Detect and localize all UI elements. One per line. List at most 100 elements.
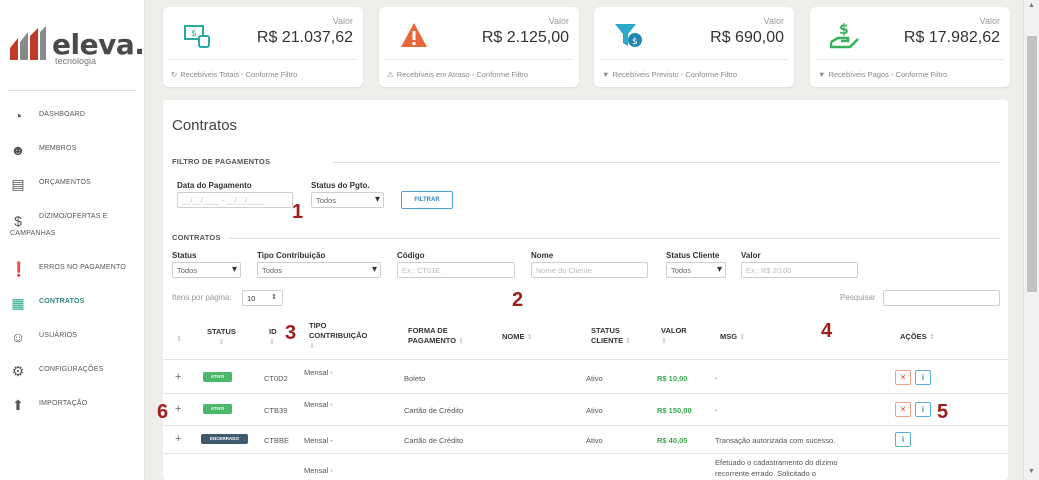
delete-button[interactable]: ✕ (895, 402, 911, 417)
sidebar-item-label: DÍZIMO/OFERTAS E (39, 213, 108, 220)
expand-row-icon[interactable]: + (175, 403, 181, 415)
tipo-filter-value: Todos (262, 266, 283, 275)
col-header-valor-label: VALOR (661, 326, 687, 335)
status-filter-value: Todos (177, 266, 198, 275)
stat-card-total: $ Valor R$ 21.037,62 ↻ Recebíveis Totais … (163, 7, 363, 87)
dashboard-icon: ◔ (13, 108, 23, 124)
card-value: R$ 2.125,00 (481, 29, 569, 46)
scroll-thumb[interactable] (1027, 36, 1037, 292)
sidebar-item-orcamentos[interactable]: ▤ ORÇAMENTOS (0, 169, 145, 199)
col-header-forma-label2: PAGAMENTO (408, 336, 457, 345)
payment-status-select[interactable]: Todos (311, 192, 384, 208)
col-header-status[interactable]: STATUS ⇕ (207, 327, 236, 348)
tipo-filter-select[interactable]: Todos (257, 262, 381, 278)
status-badge: ATIVO (203, 404, 232, 414)
sidebar-item-dizimo[interactable]: $ DÍZIMO/OFERTAS E CAMPANHAS (0, 206, 145, 242)
sidebar-item-label: ERROS NO PAGAMENTO (39, 264, 126, 271)
items-per-page-select[interactable]: 10 ⇕ (242, 290, 283, 306)
cell-msg: Transação autorizada com sucesso. (715, 436, 836, 445)
payment-date-input[interactable]: __/__/____ - __/__/____ (177, 192, 293, 208)
sort-icon: ⇕ (526, 334, 533, 341)
contracts-filter-heading: CONTRATOS (172, 233, 221, 242)
sidebar-item-dashboard[interactable]: ◔ DASHBOARD (0, 101, 145, 131)
expand-row-icon[interactable]: + (175, 433, 181, 445)
refresh-icon: ↻ (171, 70, 178, 79)
card-footer: ▼ Recebíveis Previsto - Conforme Filtro (602, 70, 737, 79)
cell-tipo: Mensal - (304, 466, 333, 475)
annotation-6: 6 (157, 401, 169, 423)
donation-icon: $ (14, 213, 22, 229)
select-all-sort-icon[interactable]: ⇕ (176, 334, 182, 345)
status-filter-label: Status (172, 251, 197, 260)
search-label: Pesquisar (840, 293, 876, 302)
col-header-acoes[interactable]: AÇÕES ⇕ (900, 332, 935, 343)
col-header-tipo-label1: TIPO (309, 321, 327, 330)
info-button[interactable]: i (915, 370, 931, 385)
payment-filter-heading: FILTRO DE PAGAMENTOS (172, 157, 271, 166)
sidebar-item-label: DASHBOARD (39, 111, 86, 118)
filter-small-icon: ▼ (818, 70, 826, 79)
info-icon: i (921, 405, 925, 414)
col-header-msg-label: MSG (720, 332, 738, 341)
valor-filter-label: Valor (741, 251, 761, 260)
col-header-valor[interactable]: VALOR ⇕ (661, 326, 687, 347)
sidebar-item-membros[interactable]: ☻ MEMBROS (0, 135, 145, 165)
info-button[interactable]: i (895, 432, 911, 447)
annotation-3: 3 (285, 322, 297, 344)
col-header-nome[interactable]: NOME ⇕ (502, 332, 532, 343)
card-value: R$ 17.982,62 (903, 29, 1000, 46)
sidebar-item-configuracoes[interactable]: ⚙ CONFIGURAÇÕES (0, 356, 145, 386)
cell-id: CTB39 (264, 406, 288, 415)
card-footer-text: Recebíveis em Atraso - Conforme Filtro (396, 70, 529, 79)
nome-filter-label: Nome (531, 251, 554, 260)
sort-icon: ⇕ (928, 334, 935, 341)
card-caption: Valor (548, 16, 569, 26)
sidebar-item-label: CONTRATOS (39, 298, 85, 305)
sidebar-item-erros-pagamento[interactable]: ❗ ERROS NO PAGAMENTO (0, 254, 145, 284)
section-divider (333, 162, 1000, 163)
col-header-msg[interactable]: MSG ⇕ (720, 332, 745, 343)
nome-filter-input[interactable]: Nome do Cliente (531, 262, 648, 278)
sort-icon: ⇕ (269, 339, 275, 346)
cell-msg: - (715, 406, 718, 415)
section-divider (229, 238, 1000, 239)
search-input[interactable] (883, 290, 1000, 306)
expand-row-icon[interactable]: + (175, 371, 181, 383)
cell-msg-line2: recorrente errado. Solicitado o (715, 469, 816, 478)
sort-icon: ⇕ (661, 338, 667, 345)
cell-tipo: Mensal - (304, 400, 333, 409)
sidebar-item-importacao[interactable]: ⬆ IMPORTAÇÃO (0, 390, 145, 420)
col-header-status-cliente[interactable]: STATUS CLIENTE ⇕ (591, 326, 631, 347)
funnel-money-icon: $ (615, 24, 642, 47)
codigo-filter-input[interactable]: Ex.: CT01E (397, 262, 515, 278)
scroll-up-icon[interactable]: ▲ (1028, 2, 1035, 9)
valor-filter-input[interactable]: Ex.: R$ 20,00 (741, 262, 858, 278)
card-footer-text: Recebíveis Previsto - Conforme Filtro (612, 70, 738, 79)
scroll-down-icon[interactable]: ▼ (1028, 468, 1035, 475)
status-cliente-filter-select[interactable]: Todos (666, 262, 726, 278)
status-cliente-filter-label: Status Cliente (666, 251, 720, 260)
sidebar-item-contratos[interactable]: ▦ CONTRATOS (0, 288, 145, 318)
contracts-panel: Contratos FILTRO DE PAGAMENTOS Data do P… (163, 100, 1008, 480)
close-icon: ✕ (899, 373, 907, 382)
eleva-logo-icon (10, 26, 46, 60)
page-scrollbar[interactable]: ▲ ▼ (1023, 0, 1039, 480)
users-icon: ☺ (10, 329, 26, 345)
brand-logo[interactable]: eleva. tecnologia (8, 26, 145, 70)
hand-money-icon: $ (830, 22, 859, 49)
status-filter-select[interactable]: Todos (172, 262, 241, 278)
filter-button[interactable]: FILTRAR (401, 191, 453, 209)
col-header-status-cliente-label2: CLIENTE (591, 336, 624, 345)
col-header-forma[interactable]: FORMA DE PAGAMENTO ⇕ (408, 326, 464, 347)
info-button[interactable]: i (915, 402, 931, 417)
col-header-tipo[interactable]: TIPO CONTRIBUIÇÃO ⇕ (309, 321, 367, 352)
items-per-page-value: 10 (247, 294, 256, 303)
payment-status-label: Status do Pgto. (311, 181, 370, 190)
members-icon: ☻ (10, 142, 26, 158)
svg-text:$: $ (191, 29, 197, 39)
delete-button[interactable]: ✕ (895, 370, 911, 385)
sidebar-item-usuarios[interactable]: ☺ USUÁRIOS (0, 322, 145, 352)
col-header-id[interactable]: ID ⇕ (269, 327, 277, 348)
warning-icon (401, 23, 427, 47)
codigo-filter-label: Código (397, 251, 425, 260)
